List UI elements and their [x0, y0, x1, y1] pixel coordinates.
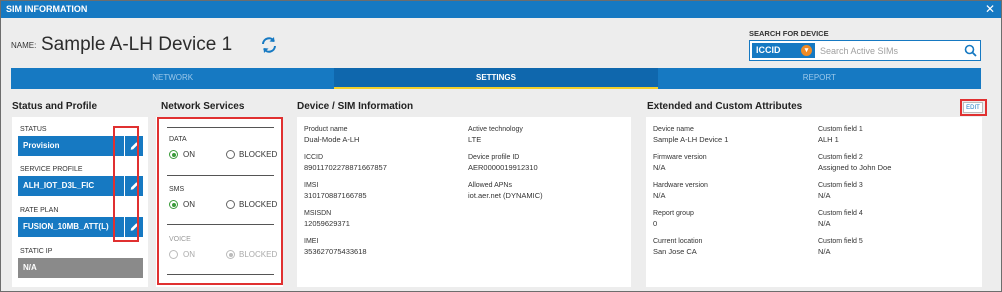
service-profile-label: SERVICE PROFILE: [20, 166, 83, 173]
iccid-value: 89011702278871667857: [304, 163, 387, 172]
product-name-label: Product name: [304, 126, 348, 133]
window-title: SIM INFORMATION: [6, 4, 88, 14]
refresh-icon[interactable]: [259, 35, 279, 55]
search-title: SEARCH FOR DEVICE: [749, 29, 829, 38]
sms-on-label: ON: [183, 200, 195, 209]
highlight-box-edit-button: [960, 99, 987, 116]
voice-blocked-radio: [226, 250, 235, 259]
search-input[interactable]: [820, 43, 960, 58]
rate-plan-label: RATE PLAN: [20, 207, 59, 214]
voice-on-label: ON: [183, 250, 195, 259]
sim-information-window: SIM INFORMATION ✕ NAME: Sample A-LH Devi…: [0, 0, 1002, 292]
data-service-label: DATA: [169, 136, 187, 143]
rate-plan-value: FUSION_10MB_ATT(L): [23, 222, 109, 231]
close-icon[interactable]: ✕: [985, 1, 995, 18]
msisdn-label: MSISDN: [304, 210, 332, 217]
hardware-version-label: Hardware version: [653, 182, 708, 189]
iccid-label: ICCID: [304, 154, 324, 161]
firmware-version-label: Firmware version: [653, 154, 707, 161]
name-label: NAME:: [11, 41, 37, 50]
device-profile-id-value: AER0000019912310: [468, 163, 538, 172]
active-technology-value: LTE: [468, 135, 482, 144]
custom-field-4-label: Custom field 4: [818, 210, 863, 217]
status-value: Provision: [23, 141, 60, 150]
window-titlebar: SIM INFORMATION ✕: [1, 1, 1001, 18]
sms-service-label: SMS: [169, 186, 185, 193]
imei-label: IMEI: [304, 238, 319, 245]
sms-blocked-radio[interactable]: [226, 200, 235, 209]
data-blocked-radio[interactable]: [226, 150, 235, 159]
custom-field-1-label: Custom field 1: [818, 126, 863, 133]
search-icon[interactable]: [964, 44, 977, 57]
device-name-value: Sample A-LH Device 1: [653, 135, 729, 144]
tab-report[interactable]: REPORT: [658, 68, 981, 89]
divider: [167, 274, 274, 275]
tab-bar: NETWORK SETTINGS REPORT: [11, 68, 981, 89]
allowed-apns-label: Allowed APNs: [468, 182, 512, 189]
msisdn-value: 12059629371: [304, 219, 350, 228]
status-profile-title: Status and Profile: [12, 101, 98, 112]
network-services-title: Network Services: [161, 101, 245, 112]
extended-attributes-title: Extended and Custom Attributes: [647, 101, 803, 112]
imsi-value: 310170887166785: [304, 191, 367, 200]
sms-blocked-label: BLOCKED: [239, 200, 278, 209]
report-group-label: Report group: [653, 210, 694, 217]
custom-field-4-value: N/A: [818, 219, 831, 228]
custom-field-3-label: Custom field 3: [818, 182, 863, 189]
chevron-down-icon: ▾: [801, 45, 812, 56]
product-name-value: Dual-Mode A-LH: [304, 135, 360, 144]
voice-blocked-label: BLOCKED: [239, 250, 278, 259]
header: NAME: Sample A-LH Device 1 SEARCH FOR DE…: [1, 18, 1001, 68]
device-name: Sample A-LH Device 1: [41, 34, 233, 55]
search-type-dropdown[interactable]: ICCID ▾: [752, 43, 815, 58]
service-profile-value: ALH_IOT_D3L_FIC: [23, 181, 95, 190]
static-ip-value: N/A: [23, 263, 37, 272]
imei-value: 353627075433618: [304, 247, 367, 256]
divider: [167, 127, 274, 128]
allowed-apns-value: iot.aer.net (DYNAMIC): [468, 191, 543, 200]
search-box: ICCID ▾: [749, 40, 981, 61]
imsi-label: IMSI: [304, 182, 319, 189]
data-on-label: ON: [183, 150, 195, 159]
custom-field-2-label: Custom field 2: [818, 154, 863, 161]
device-name-label: Device name: [653, 126, 694, 133]
device-profile-id-label: Device profile ID: [468, 154, 520, 161]
divider: [167, 175, 274, 176]
custom-field-3-value: N/A: [818, 191, 831, 200]
device-sim-title: Device / SIM Information: [297, 101, 414, 112]
custom-field-5-label: Custom field 5: [818, 238, 863, 245]
status-label: STATUS: [20, 126, 47, 133]
voice-on-radio: [169, 250, 178, 259]
custom-field-1-value: ALH 1: [818, 135, 839, 144]
custom-field-2-value: Assigned to John Doe: [818, 163, 892, 172]
custom-field-5-value: N/A: [818, 247, 831, 256]
divider: [167, 224, 274, 225]
highlight-box-edit-icons: [113, 126, 139, 242]
static-ip-label: STATIC IP: [20, 248, 53, 255]
tab-network[interactable]: NETWORK: [11, 68, 334, 89]
data-on-radio[interactable]: [169, 150, 178, 159]
voice-service-label: VOICE: [169, 236, 191, 243]
hardware-version-value: N/A: [653, 191, 666, 200]
report-group-value: 0: [653, 219, 658, 228]
sms-on-radio[interactable]: [169, 200, 178, 209]
active-technology-label: Active technology: [468, 126, 523, 133]
firmware-version-value: N/A: [653, 163, 666, 172]
data-blocked-label: BLOCKED: [239, 150, 278, 159]
current-location-value: San Jose CA: [653, 247, 697, 256]
tab-settings[interactable]: SETTINGS: [334, 68, 658, 89]
static-ip-field: N/A: [18, 258, 143, 278]
search-type-label: ICCID: [756, 45, 781, 55]
current-location-label: Current location: [653, 238, 703, 245]
